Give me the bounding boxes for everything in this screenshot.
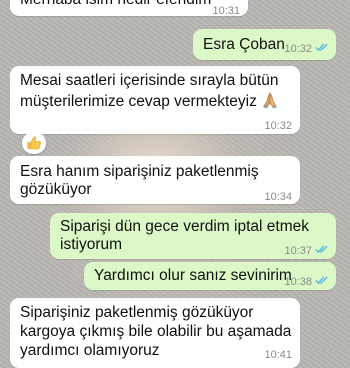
message-time: 10:32 — [264, 120, 292, 132]
message-time: 10:41 — [264, 349, 292, 361]
message-text: Esra Çoban — [203, 36, 285, 53]
thumbs-up-icon — [27, 136, 41, 150]
message-text: Merhaba isim nedir efendim — [20, 0, 211, 9]
message-time: 10:37 — [284, 245, 312, 257]
message-text-line-2: kargoya çıkmış bile olabilir bu aşamada — [20, 323, 292, 340]
message-text: Yardımcı olur sanız sevinirim — [94, 267, 292, 284]
read-ticks-icon — [315, 276, 328, 285]
read-ticks-icon — [315, 43, 328, 52]
praying-hands-icon — [263, 92, 278, 109]
message-text-line-3: yardımcı olamıyoruz — [20, 342, 160, 359]
message-incoming-name-question[interactable]: Merhaba isim nedir efendim 10:31 — [10, 0, 248, 17]
message-text-line-2: istiyorum — [60, 236, 123, 253]
message-text-line-2: gözüküyor — [20, 181, 92, 198]
message-text-line-1: Siparişi dün gece verdim iptal etmek — [60, 218, 309, 235]
message-incoming-cannot-help[interactable]: Siparişiniz paketlenmiş gözüküyor kargoy… — [10, 298, 300, 368]
message-text-line-2: müşterilerimize cevap vermekteyiz — [20, 91, 279, 111]
message-text-line-1: Mesai saatleri içerisinde sırayla bütün — [20, 72, 279, 89]
message-outgoing-name[interactable]: Esra Çoban 10:32 — [193, 29, 336, 60]
message-incoming-package-status[interactable]: Esra hanım siparişiniz paketlenmiş gözük… — [10, 156, 300, 204]
message-incoming-office-hours[interactable]: Mesai saatleri içerisinde sırayla bütün … — [10, 66, 300, 134]
message-reaction[interactable] — [22, 132, 46, 154]
message-outgoing-cancel-request[interactable]: Siparişi dün gece verdim iptal etmek ist… — [50, 213, 336, 259]
message-time: 10:32 — [284, 43, 312, 55]
message-time: 10:34 — [264, 191, 292, 203]
message-time: 10:38 — [284, 276, 312, 288]
message-outgoing-help-request[interactable]: Yardımcı olur sanız sevinirim 10:38 — [84, 262, 336, 290]
message-text-line-1: Esra hanım siparişiniz paketlenmiş — [20, 163, 259, 180]
read-ticks-icon — [315, 245, 328, 254]
message-text-line-1: Siparişiniz paketlenmiş gözüküyor — [20, 304, 254, 321]
message-time: 10:31 — [212, 5, 240, 17]
message-text-line-2-text: müşterilerimize cevap vermekteyiz — [20, 93, 257, 110]
